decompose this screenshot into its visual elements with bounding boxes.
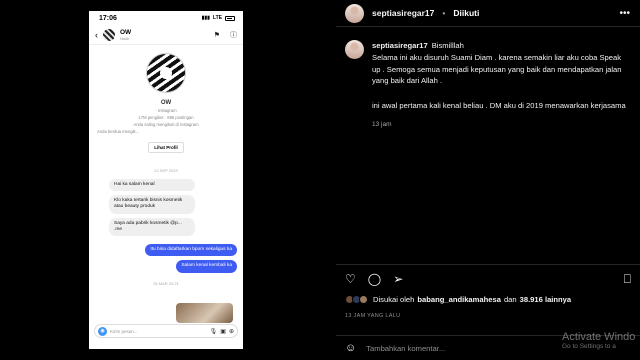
- post-media[interactable]: 17:06 ▮▮▮ LTE ‹ OW Nadir ⚑ ⓘ OW · Instag…: [0, 0, 336, 360]
- back-arrow-icon: ‹: [95, 29, 98, 40]
- info-icon: ⓘ: [230, 31, 237, 39]
- profile-line: 17M pengikut · 895 postingan: [138, 115, 194, 120]
- message-list: Hai ka salam kenal Klo kaka tertarik bis…: [89, 179, 243, 273]
- chat-subtitle: Nadir: [120, 35, 130, 41]
- network-label: LTE: [212, 15, 222, 21]
- author-avatar[interactable]: [345, 3, 364, 23]
- plus-icon: ⊕: [228, 328, 234, 335]
- message-bubble-sent: Itu bisa didaftarkan bpom sekaligus ka: [145, 244, 237, 257]
- watermark-title: Activate Windo: [562, 331, 636, 343]
- camera-icon: ◉: [98, 326, 107, 336]
- message-bubble: Klo kaka tertarik bisnis kosmetik atau b…: [109, 195, 195, 214]
- liker-avatar: [359, 295, 368, 304]
- flag-icon: ⚑: [213, 31, 220, 39]
- watermark-subtitle: Go to Settings to a: [562, 343, 616, 351]
- phone-screenshot: 17:06 ▮▮▮ LTE ‹ OW Nadir ⚑ ⓘ OW · Instag…: [89, 11, 243, 349]
- profile-name: OW: [160, 100, 172, 106]
- profile-line: Anda saling mengikuti di Instagram: [133, 122, 199, 127]
- image-icon: ▣: [220, 328, 226, 335]
- status-icons: ▮▮▮ LTE: [202, 15, 235, 21]
- shared-image-thumbnail: [176, 303, 233, 323]
- likes-count[interactable]: 38.916 lainnya: [520, 295, 572, 304]
- chat-profile-block: OW · Instagram 17M pengikut · 895 postin…: [89, 45, 243, 154]
- action-bar: ♡ ◯ ➢ ⎕: [336, 264, 640, 292]
- profile-line: Anda berdua mengik...: [97, 129, 140, 134]
- post-side-panel: septiasiregar17 • Diikuti ••• septiasire…: [336, 0, 640, 360]
- caption-first-line: Bismilllah: [431, 41, 464, 50]
- following-button[interactable]: Diikuti: [453, 8, 479, 18]
- view-profile-button: Lihat Profil: [148, 142, 184, 153]
- post-timestamp: 13 JAM YANG LALU: [345, 313, 401, 319]
- caption-paragraph: ini awal pertama kali kenal beliau . DM …: [372, 101, 626, 111]
- caption-avatar[interactable]: [345, 40, 364, 59]
- signal-icon: ▮▮▮: [201, 15, 210, 21]
- message-bubble: Hai ka salam kenal: [109, 179, 195, 192]
- battery-icon: [225, 15, 235, 21]
- microphone-icon: 🎙: [209, 328, 218, 335]
- caption-paragraph: Selama ini aku disuruh Suami Diam . kare…: [372, 52, 622, 86]
- profile-line: · Instagram: [155, 108, 177, 113]
- message-bubble-sent: Salam kenal kembali ka: [176, 260, 237, 273]
- bookmark-icon[interactable]: ⎕: [624, 273, 631, 285]
- post-header: septiasiregar17 • Diikuti •••: [336, 0, 640, 27]
- comment-icon[interactable]: ◯: [368, 273, 381, 285]
- share-icon[interactable]: ➢: [393, 273, 403, 285]
- caption-time: 13 jam: [372, 120, 392, 128]
- likes-mid: dan: [503, 295, 517, 304]
- message-bubble: Saya ada pabrik kosmetik @p... .me: [109, 217, 195, 237]
- activate-windows-watermark: Activate Windo Go to Settings to a: [562, 331, 635, 350]
- separator-dot: •: [442, 8, 446, 18]
- chat-avatar: [103, 28, 115, 41]
- chat-title: OW: [120, 28, 132, 36]
- message-placeholder: Kirim pesan...: [110, 328, 138, 334]
- phone-status-bar: 17:06 ▮▮▮ LTE: [89, 11, 243, 25]
- comment-input[interactable]: Tambahkan komentar...: [366, 344, 445, 353]
- liker-username[interactable]: babang_andikamahesa: [417, 295, 501, 304]
- date-separator: 22 SEP 2019: [154, 168, 178, 173]
- caption-username[interactable]: septiasiregar17: [372, 41, 428, 50]
- likes-prefix: Disukai oleh: [373, 295, 415, 304]
- author-username[interactable]: septiasiregar17: [372, 8, 434, 18]
- more-options-icon[interactable]: •••: [619, 8, 630, 19]
- caption-block: septiasiregar17 Bismilllah Selama ini aku…: [336, 27, 640, 130]
- emoji-icon[interactable]: ☺: [345, 342, 356, 354]
- heart-icon[interactable]: ♡: [345, 273, 356, 285]
- chat-header: ‹ OW Nadir ⚑ ⓘ: [89, 25, 243, 45]
- caption: septiasiregar17 Bismilllah Selama ini aku…: [372, 40, 631, 130]
- profile-avatar: [146, 53, 186, 93]
- phone-time: 17:06: [99, 14, 117, 22]
- likes-line: Disukai oleh babang_andikamahesa dan 38.…: [345, 295, 571, 304]
- message-input-bar: ◉ Kirim pesan... 🎙 ▣ ⊕: [94, 324, 238, 338]
- date-separator: 26 MAR 20:21: [153, 280, 179, 286]
